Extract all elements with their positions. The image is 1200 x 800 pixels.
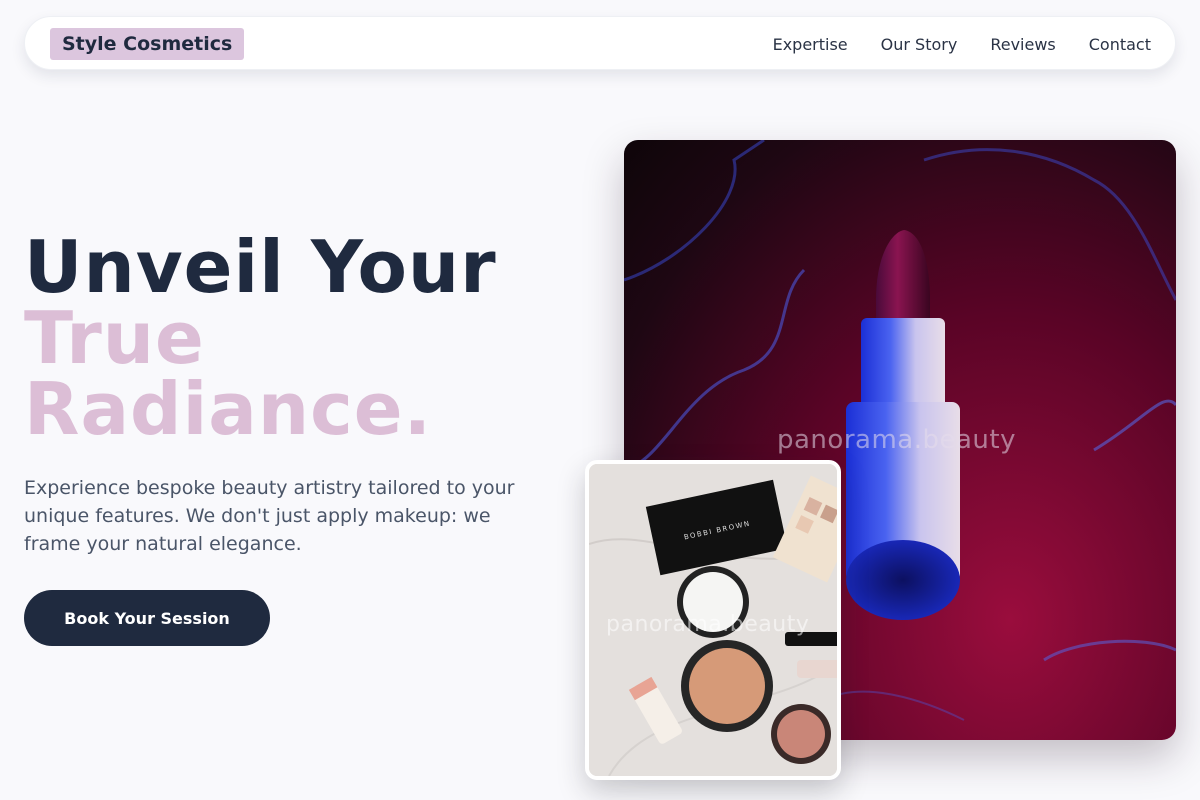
nav-link-reviews[interactable]: Reviews — [990, 35, 1055, 54]
makeup-flatlay-image: BOBBI BROWN panorama.beauty — [585, 460, 841, 780]
inset-image-watermark: panorama.beauty — [606, 612, 810, 637]
hero-title-line-2: True — [24, 296, 205, 380]
book-session-button[interactable]: Book Your Session — [24, 590, 270, 646]
hero-title-line-3: Radiance. — [24, 367, 432, 451]
hero-title-line-1: Unveil Your — [24, 225, 497, 309]
hero-description: Experience bespoke beauty artistry tailo… — [24, 477, 515, 555]
hero-title: Unveil Your True Radiance. — [24, 225, 497, 451]
brand-logo[interactable]: Style Cosmetics — [50, 28, 245, 60]
main-image-watermark: panorama.beauty — [777, 425, 1016, 455]
nav-link-expertise[interactable]: Expertise — [773, 35, 848, 54]
nav-link-our-story[interactable]: Our Story — [881, 35, 958, 54]
top-navbar: Style Cosmetics Expertise Our Story Revi… — [24, 16, 1176, 70]
nav-links: Expertise Our Story Reviews Contact — [773, 17, 1151, 71]
nav-link-contact[interactable]: Contact — [1089, 35, 1151, 54]
